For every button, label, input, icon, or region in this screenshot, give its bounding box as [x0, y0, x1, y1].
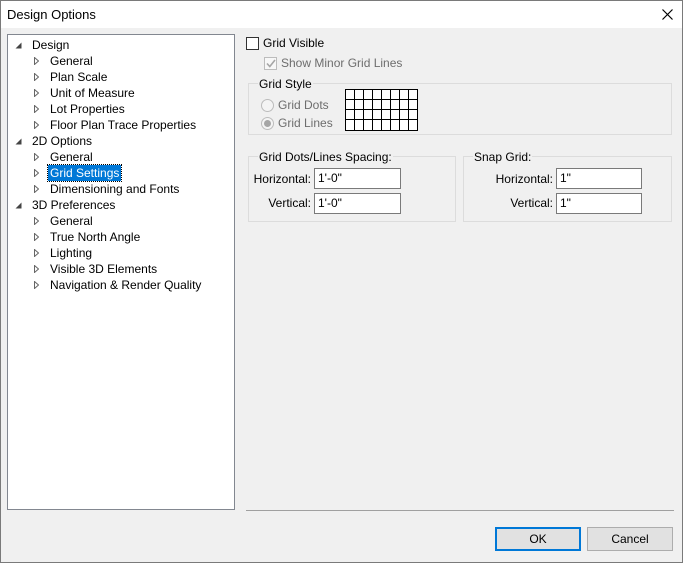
tree-item[interactable]: Lot Properties [30, 101, 127, 117]
collapsed-arrow-icon[interactable] [30, 85, 42, 101]
design-options-dialog: Design Options Design General Plan Scale Un… [0, 0, 683, 563]
expanded-arrow-icon[interactable] [12, 133, 24, 149]
tree-item-label: Grid Settings [46, 164, 123, 182]
options-tree[interactable]: Design General Plan Scale Unit of Measure Lo… [7, 34, 235, 510]
collapsed-arrow-icon[interactable] [30, 229, 42, 245]
button-separator [246, 510, 674, 511]
tree-item-label: Visible 3D Elements [50, 262, 158, 276]
snap-vertical-label: Vertical: [510, 196, 553, 210]
show-minor-grid-lines-checkbox[interactable]: Show Minor Grid Lines [264, 56, 402, 70]
tree-item[interactable]: Floor Plan Trace Properties [30, 117, 198, 133]
collapsed-arrow-icon[interactable] [30, 69, 42, 85]
show-minor-grid-lines-label: Show Minor Grid Lines [281, 56, 403, 70]
cancel-button[interactable]: Cancel [587, 527, 673, 551]
tree-item[interactable]: General [30, 213, 95, 229]
title-bar: Design Options [1, 1, 682, 28]
snap-grid-title: Snap Grid: [473, 150, 533, 164]
grid-preview [345, 89, 418, 131]
tree-item-label: General [50, 214, 93, 228]
tree-item[interactable]: Grid Settings [30, 164, 123, 182]
tree-item-label: Navigation & Render Quality [50, 278, 202, 292]
collapsed-arrow-icon[interactable] [30, 149, 42, 165]
grid-lines-label: Grid Lines [278, 116, 333, 130]
collapsed-arrow-icon[interactable] [30, 101, 42, 117]
spacing-horizontal-label: Horizontal: [253, 172, 311, 186]
tree-item[interactable]: 3D Preferences [12, 197, 117, 213]
tree-item[interactable]: 2D Options [12, 133, 94, 149]
spacing-horizontal-input[interactable]: 1'-0" [314, 168, 401, 189]
radio-circle[interactable] [261, 116, 274, 130]
tree-item[interactable]: Dimensioning and Fonts [30, 181, 181, 197]
checkbox-box[interactable] [246, 36, 259, 50]
collapsed-arrow-icon[interactable] [30, 245, 42, 261]
tree-item[interactable]: Design [12, 37, 71, 53]
spacing-vertical-input[interactable]: 1'-0" [314, 193, 401, 214]
grid-dots-label: Grid Dots [278, 98, 329, 112]
tree-item[interactable]: Navigation & Render Quality [30, 277, 203, 293]
grid-visible-label: Grid Visible [263, 36, 325, 50]
tree-item-label: 2D Options [32, 134, 93, 148]
checkbox-box[interactable] [264, 56, 277, 70]
tree-item-label: Dimensioning and Fonts [50, 182, 180, 196]
tree-item[interactable]: General [30, 149, 95, 165]
grid-spacing-title: Grid Dots/Lines Spacing: [258, 150, 393, 164]
ok-button[interactable]: OK [495, 527, 581, 551]
tree-item-label: Plan Scale [50, 70, 108, 84]
grid-visible-checkbox[interactable]: Grid Visible [246, 36, 324, 50]
tree-item-label: General [50, 54, 93, 68]
tree-item[interactable]: True North Angle [30, 229, 142, 245]
tree-item-label: Unit of Measure [50, 86, 135, 100]
radio-circle[interactable] [261, 98, 274, 112]
snap-vertical-input[interactable]: 1" [556, 193, 642, 214]
tree-item-label: Design [32, 38, 70, 52]
tree-item[interactable]: Visible 3D Elements [30, 261, 159, 277]
tree-item[interactable]: General [30, 53, 95, 69]
tree-item[interactable]: Plan Scale [30, 69, 109, 85]
close-button[interactable] [652, 1, 682, 28]
collapsed-arrow-icon[interactable] [30, 261, 42, 277]
check-icon [265, 59, 276, 68]
expanded-arrow-icon[interactable] [12, 37, 24, 53]
collapsed-arrow-icon[interactable] [30, 213, 42, 229]
expanded-arrow-icon[interactable] [12, 197, 24, 213]
collapsed-arrow-icon[interactable] [30, 181, 42, 197]
grid-dots-radio[interactable]: Grid Dots [261, 98, 329, 112]
tree-item-label: Lighting [50, 246, 93, 260]
collapsed-arrow-icon[interactable] [30, 117, 42, 133]
tree-item-label: True North Angle [50, 230, 141, 244]
tree-item[interactable]: Lighting [30, 245, 94, 261]
tree-item-label: Floor Plan Trace Properties [50, 118, 197, 132]
window-title: Design Options [7, 7, 96, 22]
spacing-vertical-label: Vertical: [268, 196, 311, 210]
collapsed-arrow-icon[interactable] [30, 53, 42, 69]
tree-item-label: Lot Properties [50, 102, 125, 116]
collapsed-arrow-icon[interactable] [30, 277, 42, 293]
tree-item-label: 3D Preferences [32, 198, 116, 212]
tree-item-label: General [50, 150, 93, 164]
tree-item[interactable]: Unit of Measure [30, 85, 137, 101]
collapsed-arrow-icon[interactable] [30, 165, 42, 181]
snap-horizontal-input[interactable]: 1" [556, 168, 642, 189]
snap-horizontal-label: Horizontal: [495, 172, 553, 186]
close-icon [661, 9, 673, 20]
grid-style-title: Grid Style [258, 77, 313, 91]
grid-lines-radio[interactable]: Grid Lines [261, 116, 333, 130]
